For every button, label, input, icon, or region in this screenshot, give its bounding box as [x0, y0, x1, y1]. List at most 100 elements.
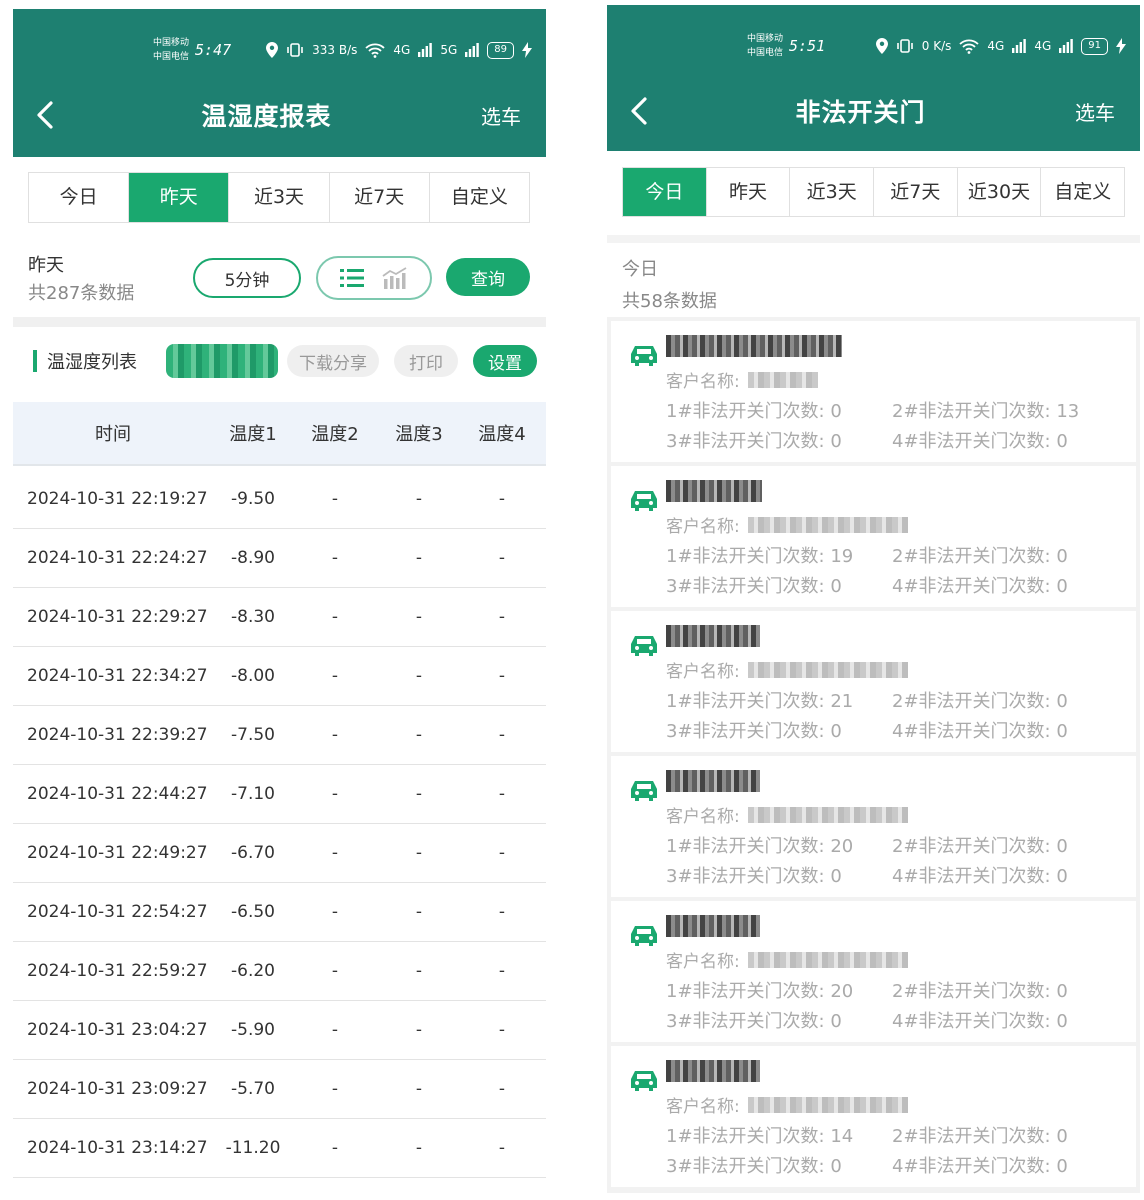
table-cell: -	[415, 1020, 423, 1040]
plate-number-redacted	[666, 625, 760, 647]
door1-count: 1#非法开关门次数: 0	[666, 401, 842, 422]
customer-name-redacted	[747, 661, 908, 678]
customer-row: 客户名称:	[666, 1092, 908, 1117]
location-icon	[266, 42, 279, 58]
table-cell: 2024-10-31 22:59:27	[27, 961, 208, 981]
back-button[interactable]	[13, 87, 77, 143]
table-cell: 2024-10-31 22:44:27	[27, 784, 208, 804]
vehicle-card[interactable]: 客户名称: 1#非法开关门次数: 19 2#非法开关门次数: 0 3#非法开关门次数:…	[611, 466, 1136, 607]
tab-1[interactable]: 昨天	[129, 173, 230, 222]
list-view-icon[interactable]	[340, 268, 364, 288]
table-cell: -	[498, 902, 506, 922]
customer-label: 客户名称:	[666, 807, 740, 827]
tab-3[interactable]: 近7天	[329, 173, 430, 222]
table-row: 2024-10-31 23:04:27 -5.90 - - -	[13, 1001, 546, 1060]
nav-bar: 温湿度报表 选车	[13, 87, 546, 143]
date-range-tabs: 今日 昨天 近3天 近7天 近30天 自定义	[622, 167, 1125, 217]
record-count: 共287条数据	[28, 283, 135, 304]
table-header: 时间 温度1 温度2 温度3 温度4	[13, 402, 546, 466]
range-label: 今日	[622, 259, 658, 280]
vehicle-card[interactable]: 客户名称: 1#非法开关门次数: 20 2#非法开关门次数: 0 3#非法开关门次数:…	[611, 756, 1136, 897]
table-cell: -	[498, 607, 506, 627]
table-cell: -	[331, 902, 339, 922]
select-vehicle-button[interactable]: 选车	[1050, 97, 1140, 126]
table-row: 2024-10-31 23:09:27 -5.70 - - -	[13, 1060, 546, 1119]
settings-button[interactable]: 设置	[473, 345, 537, 377]
location-icon	[875, 38, 888, 54]
door3-count: 3#非法开关门次数: 0	[666, 721, 842, 742]
list-section-header: 温湿度列表 下载分享 打印 设置	[13, 339, 546, 383]
table-body: 2024-10-31 22:19:27 -9.50- - -2024-10-31 22…	[13, 470, 546, 1178]
tab-4[interactable]: 近30天	[957, 168, 1042, 216]
door1-count: 1#非法开关门次数: 21	[666, 691, 854, 712]
tab-5[interactable]: 自定义	[1041, 168, 1125, 216]
signal-icon	[418, 43, 433, 57]
car-icon	[631, 1071, 657, 1091]
tab-2[interactable]: 近3天	[790, 168, 875, 216]
table-cell: -	[415, 902, 423, 922]
customer-row: 客户名称:	[666, 802, 908, 827]
table-cell: -	[415, 489, 423, 509]
table-cell: -8.90	[231, 548, 275, 568]
customer-row: 客户名称:	[666, 367, 818, 392]
table-cell: -8.00	[231, 666, 275, 686]
tab-3[interactable]: 近7天	[874, 168, 958, 216]
query-button[interactable]: 查询	[446, 258, 530, 296]
plate-number-redacted	[666, 335, 842, 357]
plate-number-redacted	[666, 1060, 760, 1082]
door4-count: 4#非法开关门次数: 0	[892, 576, 1068, 597]
table-cell: -	[415, 1138, 423, 1158]
signal-icon	[465, 43, 480, 57]
door3-count: 3#非法开关门次数: 0	[666, 576, 842, 597]
table-cell: -	[331, 607, 339, 627]
back-button[interactable]	[607, 83, 671, 139]
chevron-left-icon	[37, 101, 53, 129]
table-cell: 2024-10-31 22:34:27	[27, 666, 208, 686]
table-cell: -	[415, 607, 423, 627]
table-cell: -	[331, 666, 339, 686]
vehicle-card[interactable]: 客户名称: 1#非法开关门次数: 0 2#非法开关门次数: 13 3#非法开关门次数:…	[611, 321, 1136, 462]
status-bar: 中国移动 中国电信 5:47 333 B/s 4G 5G 89	[153, 31, 532, 69]
table-row: 2024-10-31 22:44:27 -7.10 - - -	[13, 765, 546, 824]
table-row: 2024-10-31 22:29:27 -8.30 - - -	[13, 588, 546, 647]
tab-1[interactable]: 昨天	[706, 168, 791, 216]
carrier-2: 中国电信	[153, 52, 190, 62]
clock: 5:47	[195, 41, 232, 59]
table-cell: 2024-10-31 23:14:27	[27, 1138, 208, 1158]
tab-2[interactable]: 近3天	[229, 173, 330, 222]
table-cell: -6.70	[231, 843, 275, 863]
illegal-door-screen: 中国移动 中国电信 5:51 0 K/s 4G 4G 91 非法开关门 选车 今…	[607, 5, 1140, 1193]
customer-row: 客户名称:	[666, 512, 908, 537]
header: 中国移动 中国电信 5:51 0 K/s 4G 4G 91 非法开关门 选车	[607, 5, 1140, 151]
record-count: 共58条数据	[622, 291, 717, 312]
page: 中国移动 中国电信 5:47 333 B/s 4G 5G 89 温湿度报表 选车…	[0, 0, 1144, 1200]
door2-count: 2#非法开关门次数: 0	[892, 836, 1068, 857]
vehicle-card[interactable]: 客户名称: 1#非法开关门次数: 21 2#非法开关门次数: 0 3#非法开关门次数:…	[611, 611, 1136, 752]
vehicle-card[interactable]: 客户名称: 1#非法开关门次数: 20 2#非法开关门次数: 0 3#非法开关门次数:…	[611, 901, 1136, 1042]
table-row: 2024-10-31 22:54:27 -6.50 - - -	[13, 883, 546, 942]
customer-name-redacted	[747, 1096, 908, 1113]
table-cell: 2024-10-31 23:04:27	[27, 1020, 208, 1040]
customer-name-redacted	[747, 371, 818, 388]
door1-count: 1#非法开关门次数: 20	[666, 981, 854, 1002]
signal-icon	[1059, 39, 1074, 53]
download-share-button[interactable]: 下载分享	[287, 345, 379, 377]
door2-count: 2#非法开关门次数: 0	[892, 691, 1068, 712]
vehicle-chip[interactable]	[166, 344, 278, 378]
battery-level: 89	[487, 41, 514, 59]
network-2: 4G	[1034, 39, 1052, 53]
chart-view-icon[interactable]	[382, 267, 408, 289]
select-vehicle-button[interactable]: 选车	[456, 101, 546, 130]
vehicle-card[interactable]: 客户名称: 1#非法开关门次数: 14 2#非法开关门次数: 0 3#非法开关门次数:…	[611, 1046, 1136, 1187]
print-button[interactable]: 打印	[394, 345, 458, 377]
table-cell: -	[415, 961, 423, 981]
table-cell: -	[331, 961, 339, 981]
tab-0[interactable]: 今日	[623, 168, 707, 216]
tab-0[interactable]: 今日	[29, 173, 130, 222]
chevron-left-icon	[631, 97, 647, 125]
date-range-tabs: 今日 昨天 近3天 近7天 自定义	[28, 172, 530, 223]
list-title: 温湿度列表	[47, 352, 137, 373]
interval-selector[interactable]: 5分钟	[193, 258, 301, 298]
tab-4[interactable]: 自定义	[429, 173, 530, 222]
customer-label: 客户名称:	[666, 517, 740, 537]
